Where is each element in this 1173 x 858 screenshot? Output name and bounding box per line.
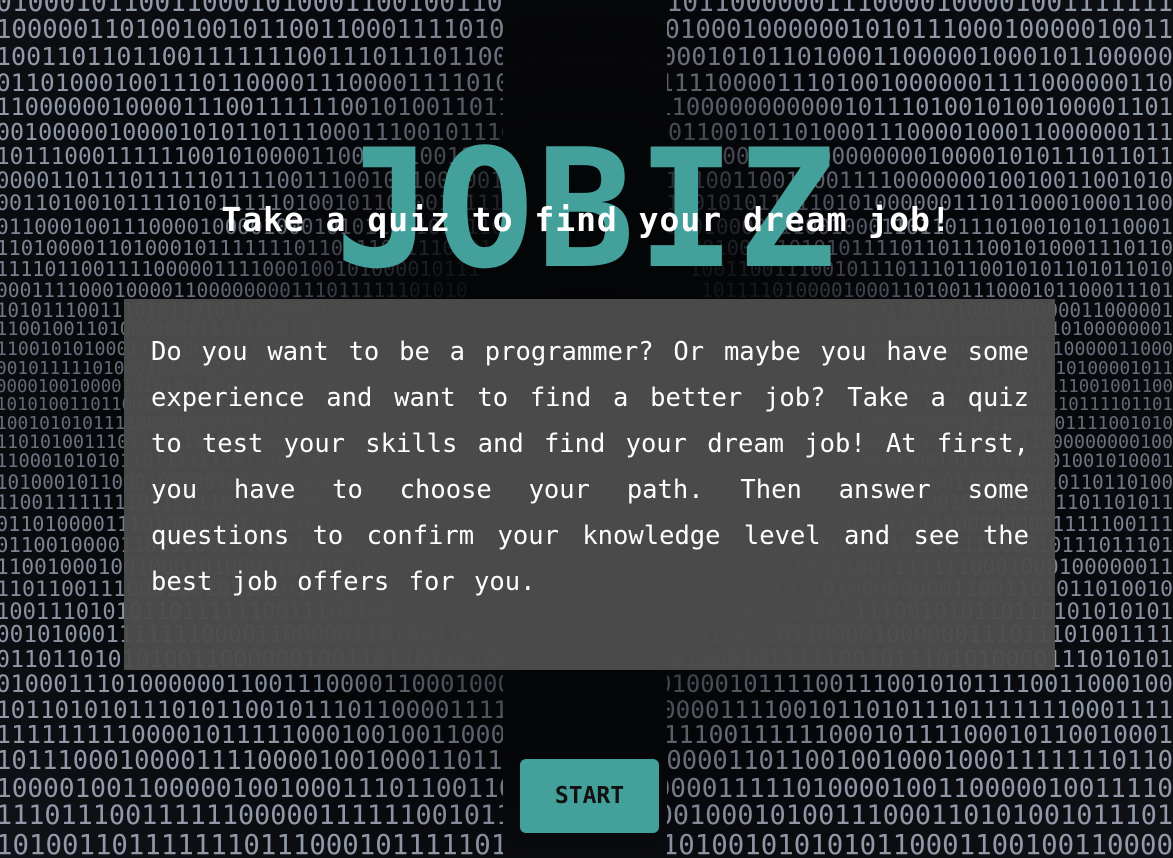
start-button[interactable]: START <box>520 759 659 833</box>
intro-text: Do you want to be a programmer? Or maybe… <box>151 337 1029 597</box>
quiz-landing-page: 0100010110011000101000110010011001001001… <box>0 0 1173 858</box>
intro-panel: Do you want to be a programmer? Or maybe… <box>124 299 1055 670</box>
page-subtitle: Take a quiz to find your dream job! <box>221 200 952 239</box>
